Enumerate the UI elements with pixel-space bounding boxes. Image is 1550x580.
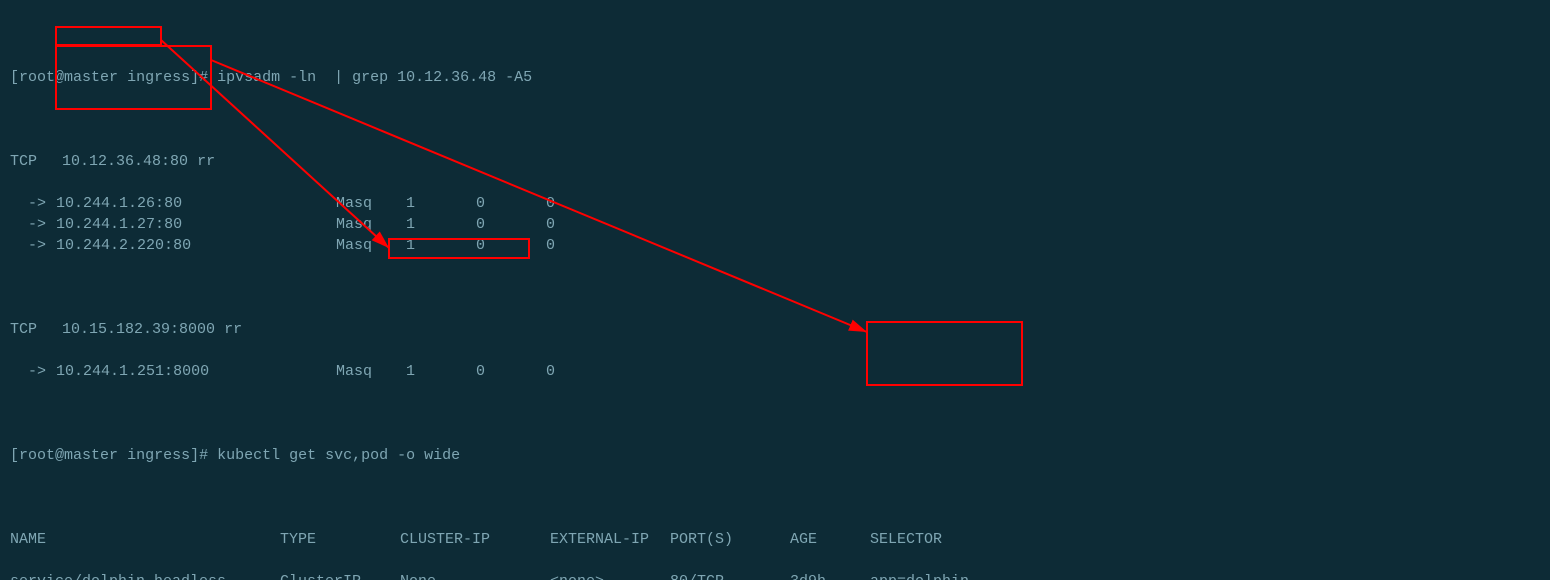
prompt-host: master <box>64 447 118 464</box>
svc-type: ClusterIP <box>280 571 400 580</box>
active: 0 <box>476 214 546 235</box>
endpoint: 10.244.2.220:80 <box>56 235 336 256</box>
arrow-icon: -> <box>28 235 56 256</box>
svc-eip: <none> <box>550 571 670 580</box>
svc-name: service/dolphin-headless <box>10 571 280 580</box>
svc-sel: app=dolphin <box>870 571 969 580</box>
prompt-line-1: [root@master ingress]# ipvsadm -ln | gre… <box>10 67 1540 88</box>
sched: rr <box>197 153 215 170</box>
hdr-type: TYPE <box>280 529 400 550</box>
hdr-age: AGE <box>790 529 870 550</box>
proto: TCP <box>10 319 62 340</box>
inactive: 0 <box>546 193 555 214</box>
hdr-name: NAME <box>10 529 280 550</box>
hdr-cip: CLUSTER-IP <box>400 529 550 550</box>
command-2: kubectl get svc,pod -o wide <box>217 447 460 464</box>
table-row: ->10.244.1.251:8000Masq100 <box>10 361 1540 382</box>
prompt-user: root <box>19 447 55 464</box>
table-row: ->10.244.1.27:80Masq100 <box>10 214 1540 235</box>
prompt-line-2: [root@master ingress]# kubectl get svc,p… <box>10 445 1540 466</box>
hdr-eip: EXTERNAL-IP <box>550 529 670 550</box>
table-row: ->10.244.1.26:80Masq100 <box>10 193 1540 214</box>
arrow-icon: -> <box>28 193 56 214</box>
ipvs-rule-2: TCP10.15.182.39:8000 rr <box>10 319 1540 340</box>
svc-ports: 80/TCP <box>670 571 790 580</box>
prompt-host: master <box>64 69 118 86</box>
vip-port: 80 <box>170 153 188 170</box>
terminal[interactable]: [root@master ingress]# ipvsadm -ln | gre… <box>0 0 1550 580</box>
fwd: Masq <box>336 193 406 214</box>
weight: 1 <box>406 193 476 214</box>
weight: 1 <box>406 235 476 256</box>
vip: 10.15.182.39 <box>62 321 170 338</box>
prompt-dir: ingress <box>127 447 190 464</box>
hdr-sel: SELECTOR <box>870 529 942 550</box>
weight: 1 <box>406 361 476 382</box>
active: 0 <box>476 193 546 214</box>
endpoint: 10.244.1.251:8000 <box>56 361 336 382</box>
svc-cip: None <box>400 571 550 580</box>
sched: rr <box>224 321 242 338</box>
prompt-dir: ingress <box>127 69 190 86</box>
endpoint: 10.244.1.26:80 <box>56 193 336 214</box>
fwd: Masq <box>336 235 406 256</box>
endpoint: 10.244.1.27:80 <box>56 214 336 235</box>
active: 0 <box>476 361 546 382</box>
svc-header: NAMETYPECLUSTER-IPEXTERNAL-IPPORT(S)AGES… <box>10 529 1540 550</box>
weight: 1 <box>406 214 476 235</box>
vip: 10.12.36.48 <box>62 153 161 170</box>
inactive: 0 <box>546 214 555 235</box>
table-row: ->10.244.2.220:80Masq100 <box>10 235 1540 256</box>
inactive: 0 <box>546 361 555 382</box>
svc-age: 3d9h <box>790 571 870 580</box>
arrow-icon: -> <box>28 361 56 382</box>
fwd: Masq <box>336 361 406 382</box>
command-1: ipvsadm -ln | grep 10.12.36.48 -A5 <box>217 69 532 86</box>
inactive: 0 <box>546 235 555 256</box>
proto: TCP <box>10 151 62 172</box>
arrow-icon: -> <box>28 214 56 235</box>
vip-port: 8000 <box>179 321 215 338</box>
hdr-ports: PORT(S) <box>670 529 790 550</box>
prompt-user: root <box>19 69 55 86</box>
ipvs-rule-1: TCP10.12.36.48:80 rr <box>10 151 1540 172</box>
active: 0 <box>476 235 546 256</box>
fwd: Masq <box>336 214 406 235</box>
table-row: service/dolphin-headlessClusterIPNone<no… <box>10 571 1540 580</box>
